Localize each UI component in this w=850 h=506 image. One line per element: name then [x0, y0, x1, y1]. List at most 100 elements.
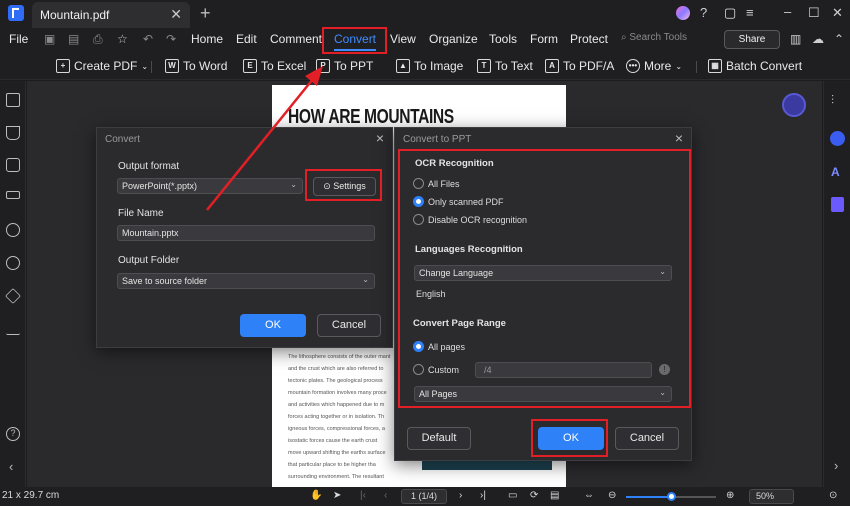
help-icon[interactable]: ?: [700, 5, 707, 20]
menu-file[interactable]: File: [9, 32, 28, 46]
convert-cancel-button[interactable]: Cancel: [317, 314, 381, 337]
bookmark-icon[interactable]: [6, 126, 20, 140]
page-number-input[interactable]: 1 (1/4): [401, 489, 447, 504]
collapse-right-icon[interactable]: ›: [834, 458, 838, 473]
default-button[interactable]: Default: [407, 427, 471, 450]
info-icon[interactable]: !: [659, 364, 670, 375]
menu-home[interactable]: Home: [191, 32, 223, 46]
app-logo-icon: [8, 5, 24, 21]
zoom-select[interactable]: 50%: [749, 489, 794, 504]
first-page-icon[interactable]: |‹: [360, 490, 366, 501]
ocr-heading: OCR Recognition: [415, 158, 494, 169]
select-tool-icon[interactable]: ➤: [333, 490, 341, 501]
new-tab-icon[interactable]: +: [200, 3, 211, 24]
ppt-cancel-button[interactable]: Cancel: [615, 427, 679, 450]
page-subset-select[interactable]: All Pages ⌄: [414, 386, 672, 402]
expand-icon[interactable]: ⊙: [829, 490, 837, 501]
layers-list-icon[interactable]: [6, 191, 20, 199]
menu-view[interactable]: View: [390, 32, 416, 46]
menu-edit[interactable]: Edit: [236, 32, 257, 46]
search-icon[interactable]: [6, 256, 20, 270]
convert-to-ppt-dialog: Convert to PPT × OCR Recognition All Fil…: [394, 127, 692, 461]
attachment-icon[interactable]: [6, 223, 20, 237]
close-icon[interactable]: ×: [675, 130, 683, 146]
ai-assistant-icon[interactable]: [782, 93, 806, 117]
menu-bar: File ▣ ▤ ⎙ ☆ ↶ ↷ Home Edit Comment Conve…: [0, 28, 850, 52]
create-pdf-icon: +: [56, 59, 70, 73]
zoom-in-icon[interactable]: ⊕: [726, 490, 734, 501]
menu-form[interactable]: Form: [530, 32, 558, 46]
fit-width-icon[interactable]: ⇔: [584, 490, 594, 501]
zoom-slider-knob[interactable]: [667, 492, 676, 501]
ocr-all-files-radio[interactable]: [413, 178, 424, 189]
redo-icon[interactable]: ↷: [166, 32, 176, 46]
search-placeholder: Search Tools: [629, 32, 688, 43]
fit-page-icon[interactable]: ▭: [508, 490, 517, 501]
collapse-left-icon[interactable]: ‹: [9, 459, 13, 474]
thumbnails-icon[interactable]: [6, 93, 20, 107]
zoom-slider[interactable]: [626, 492, 716, 501]
cloud-icon[interactable]: ☁: [812, 32, 824, 46]
save-icon[interactable]: ▣: [44, 32, 55, 46]
new-doc-icon[interactable]: ▤: [68, 32, 79, 46]
star-icon[interactable]: ☆: [117, 32, 128, 46]
document-tab[interactable]: Mountain.pdf ✕: [32, 2, 190, 28]
custom-range-input[interactable]: /4: [475, 362, 652, 378]
last-page-icon[interactable]: ›|: [480, 490, 486, 501]
more-button[interactable]: ••• More ⌄: [626, 57, 682, 75]
settings-menu-icon[interactable]: ≡: [746, 5, 754, 20]
view-mode-icon[interactable]: ▤: [550, 490, 559, 501]
properties-icon[interactable]: ⫶: [831, 93, 834, 108]
arrow-head: [305, 66, 323, 86]
ocr-disable-radio[interactable]: [413, 214, 424, 225]
layers-icon[interactable]: [5, 288, 21, 304]
prev-page-icon[interactable]: ‹: [384, 490, 387, 501]
comment-icon[interactable]: [6, 158, 20, 172]
print-icon[interactable]: ⎙: [93, 32, 103, 47]
panel-icon[interactable]: ▥: [790, 32, 801, 46]
toolbar-divider: [151, 61, 152, 73]
chevron-down-icon: ⌄: [141, 61, 149, 71]
chat-ai-icon[interactable]: [830, 131, 845, 146]
to-text-button[interactable]: T To Text: [477, 57, 533, 75]
file-name-input[interactable]: Mountain.pptx: [117, 225, 375, 241]
to-image-button[interactable]: ▲ To Image: [396, 57, 463, 75]
search-tools-input[interactable]: ⌕ Search Tools: [621, 32, 717, 48]
menu-organize[interactable]: Organize: [429, 32, 478, 46]
undo-icon[interactable]: ↶: [143, 32, 153, 46]
menu-comment[interactable]: Comment: [270, 32, 322, 46]
batch-convert-button[interactable]: ▦ Batch Convert: [708, 57, 802, 75]
menu-protect[interactable]: Protect: [570, 32, 608, 46]
ppt-ok-button[interactable]: OK: [538, 427, 604, 450]
signature-icon[interactable]: [6, 321, 20, 335]
custom-range-radio[interactable]: [413, 364, 424, 375]
to-pdfa-button[interactable]: A To PDF/A: [545, 57, 614, 75]
hand-tool-icon[interactable]: ✋: [310, 490, 322, 501]
change-language-select[interactable]: Change Language ⌄: [414, 265, 672, 281]
menu-tools[interactable]: Tools: [489, 32, 517, 46]
ai-check-icon[interactable]: [831, 197, 844, 212]
ocr-scanned-radio[interactable]: [413, 196, 424, 207]
rotate-icon[interactable]: ⟳: [530, 490, 538, 501]
help-icon[interactable]: ?: [6, 427, 20, 441]
notification-icon[interactable]: ▢: [724, 5, 736, 21]
output-folder-select[interactable]: Save to source folder ⌄: [117, 273, 375, 289]
menu-convert[interactable]: Convert: [334, 32, 377, 51]
convert-ok-button[interactable]: OK: [240, 314, 306, 337]
create-pdf-button[interactable]: + Create PDF ⌄: [56, 57, 148, 75]
minimize-icon[interactable]: –: [784, 4, 791, 19]
next-page-icon[interactable]: ›: [459, 490, 462, 501]
ocr-scanned-label: Only scanned PDF: [428, 197, 504, 207]
tab-close-icon[interactable]: ✕: [170, 6, 182, 23]
translate-icon[interactable]: A: [831, 165, 840, 179]
zoom-out-icon[interactable]: ⊖: [608, 490, 616, 501]
share-button[interactable]: Share: [724, 30, 780, 49]
output-folder-value: Save to source folder: [122, 276, 208, 286]
window-close-icon[interactable]: ✕: [832, 5, 843, 21]
maximize-icon[interactable]: ☐: [808, 5, 820, 21]
all-pages-radio[interactable]: [413, 341, 424, 352]
collapse-icon[interactable]: ⌃: [834, 32, 844, 46]
close-icon[interactable]: ×: [376, 130, 384, 146]
avatar[interactable]: [676, 6, 690, 20]
change-language-label: Change Language: [419, 268, 494, 278]
